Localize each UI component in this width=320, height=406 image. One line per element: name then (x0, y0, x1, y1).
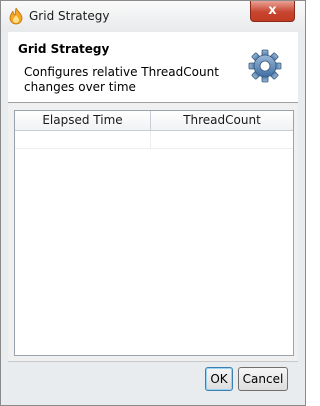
footer-divider (8, 361, 298, 362)
strategy-table[interactable]: Elapsed Time ThreadCount (14, 110, 294, 356)
window-title: Grid Strategy (29, 9, 110, 23)
column-header-threadcount[interactable]: ThreadCount (151, 111, 293, 130)
content-panel: Elapsed Time ThreadCount (8, 103, 298, 361)
title-bar[interactable]: Grid Strategy x (1, 1, 305, 31)
gear-icon (248, 49, 282, 83)
threadcount-cell[interactable] (151, 131, 293, 148)
dialog-header: Grid Strategy Configures relative Thread… (8, 32, 298, 102)
dialog-window: Grid Strategy x Grid Strategy Configures… (0, 0, 306, 406)
ok-button[interactable]: OK (205, 367, 233, 391)
table-row[interactable] (15, 131, 293, 149)
table-header: Elapsed Time ThreadCount (15, 111, 293, 131)
column-header-elapsed-time[interactable]: Elapsed Time (15, 111, 151, 130)
header-title: Grid Strategy (18, 42, 110, 56)
cancel-button[interactable]: Cancel (238, 367, 288, 391)
elapsed-time-cell[interactable] (15, 131, 151, 148)
close-button[interactable]: x (250, 1, 295, 22)
header-description: Configures relative ThreadCount changes … (24, 65, 219, 94)
close-icon: x (268, 3, 277, 18)
app-icon (9, 7, 23, 25)
